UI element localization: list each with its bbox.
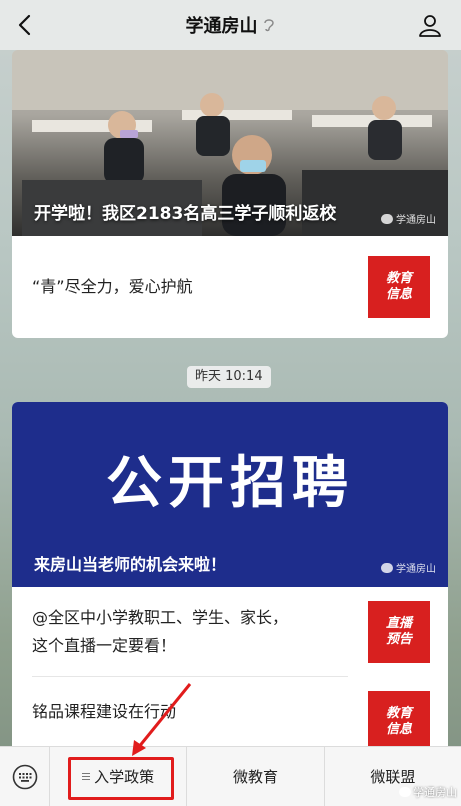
message-timestamp: 昨天 10:14 [187,366,271,388]
thumb-line-1: 教育 [385,271,412,286]
highlight-box [68,757,174,800]
article-thumbnail: 教育 信息 [368,691,430,747]
top-nav-bar: 学通房山 [0,0,461,50]
page-title: 学通房山 [185,16,258,37]
menu-item-label: 微教育 [232,768,278,786]
ear-icon [263,19,274,32]
watermark: 学通房山 [381,560,436,575]
hero-article[interactable]: 公开招聘 来房山当老师的机会来啦！ 学通房山 [12,402,448,587]
article-title-line-2: 这个直播一定要看！ [32,636,177,655]
article-list-item[interactable]: @全区中小学教职工、学生、家长， 这个直播一定要看！ 直播 预告 [12,587,448,677]
article-title: @全区中小学教职工、学生、家长， 这个直播一定要看！ [32,604,368,660]
watermark: 学通房山 [381,211,436,226]
back-arrow-icon[interactable] [14,13,38,37]
article-list-item[interactable]: “青”尽全力，爱心护航 教育 信息 [12,236,448,338]
thumb-line-2: 预告 [385,632,412,647]
title-wrap: 学通房山 [186,12,276,38]
article-title-line-1: @全区中小学教职工、学生、家长， [32,608,289,627]
wechat-icon [399,787,411,797]
article-thumbnail: 直播 预告 [368,601,430,663]
hero-caption: 来房山当老师的机会来啦！ [34,555,227,574]
hero-article[interactable]: 开学啦！我区2183名高三学子顺利返校 学通房山 [12,50,448,236]
thumb-line-2: 信息 [385,722,412,737]
thumb-line-1: 直播 [385,616,412,631]
thumb-line-1: 教育 [385,706,412,721]
corner-watermark-text: 学通房山 [413,786,457,799]
wechat-icon [381,562,393,573]
profile-icon[interactable] [417,12,443,38]
article-title: 铭品课程建设在行动 [32,702,177,721]
article-card-2: 公开招聘 来房山当老师的机会来啦！ 学通房山 @全区中小学教职工、学生、家长， … [12,402,448,747]
corner-watermark: 学通房山 [399,784,457,800]
watermark-text: 学通房山 [396,564,436,575]
pointer-arrow-icon [132,683,192,756]
menu-item-micro-education[interactable]: 微教育 [187,747,325,806]
thumb-line-2: 信息 [385,287,412,302]
keyboard-icon [12,764,37,790]
article-thumbnail: 教育 信息 [368,256,430,318]
keyboard-toggle-button[interactable] [0,747,50,806]
article-title: “青”尽全力，爱心护航 [32,277,193,296]
article-list-item[interactable]: 铭品课程建设在行动 教育 信息 [12,677,448,747]
banner-headline: 公开招聘 [106,451,354,516]
wechat-icon [381,213,393,224]
watermark-text: 学通房山 [396,215,436,226]
hero-caption: 开学啦！我区2183名高三学子顺利返校 [34,204,337,224]
article-card-1: 开学啦！我区2183名高三学子顺利返校 学通房山 “青”尽全力，爱心护航 教育 … [12,50,448,338]
